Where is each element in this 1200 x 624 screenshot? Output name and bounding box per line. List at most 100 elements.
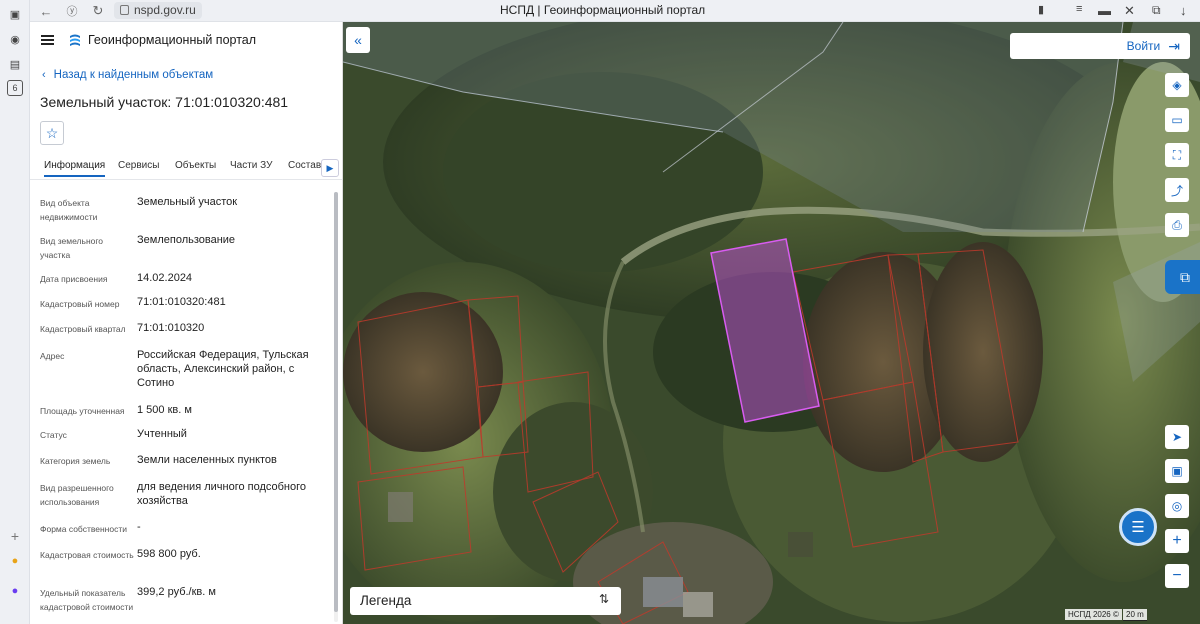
legend-label: Легенда (360, 593, 412, 608)
navigation-arrow-icon: ➤ (1171, 430, 1183, 444)
print-button[interactable]: ⎙ (1165, 213, 1189, 237)
side-panel-tab[interactable]: ⧉ (1165, 260, 1200, 294)
layers-button[interactable]: ◈ (1165, 73, 1189, 97)
select-area-icon: ⛶ (1172, 147, 1182, 162)
basemap-button[interactable]: ▣ (1165, 459, 1189, 483)
browser-side-panel: ▣ ◉ ▤ 6 + ● ● (0, 0, 30, 624)
property-value: - (137, 521, 141, 533)
alice-icon[interactable]: ● (7, 583, 23, 599)
basemap-icon: ▣ (1171, 464, 1183, 478)
tab-objects[interactable]: Объекты (175, 160, 216, 171)
extension-icon[interactable]: ✕ (1124, 3, 1135, 19)
lock-icon (120, 5, 129, 15)
property-label: Кадастровый квартал (40, 324, 126, 334)
address-bar[interactable]: nspd.gov.ru (114, 2, 202, 19)
caret-right-icon: ▶ (326, 162, 334, 173)
reload-icon[interactable]: ↻ (90, 3, 106, 19)
chevrons-left-icon: « (354, 32, 362, 48)
share-icon: ⤴ (1170, 183, 1183, 198)
chevron-left-icon: ‹ (42, 69, 46, 81)
assistant-icon[interactable]: ● (7, 553, 23, 569)
property-value: 399,2 руб./кв. м (137, 586, 216, 598)
back-arrow-icon[interactable]: ← (38, 3, 54, 19)
minus-icon[interactable]: ▬ (1098, 3, 1111, 18)
favorite-button[interactable]: ☆ (40, 121, 64, 145)
back-to-results-link[interactable]: ‹ Назад к найденным объектам (42, 69, 213, 81)
share-button[interactable]: ⤴ (1165, 178, 1189, 202)
tab-information[interactable]: Информация (44, 160, 106, 177)
tabs-scroll-button[interactable]: ▶ (321, 159, 339, 177)
map-scale: 20 m (1123, 609, 1147, 621)
tab-parts[interactable]: Части ЗУ (230, 160, 272, 171)
tabs-icon[interactable]: ▣ (7, 6, 23, 22)
property-value: Земельный участок (137, 196, 238, 208)
bookmark-icon[interactable]: ▮ (1038, 3, 1044, 16)
gallery-icon[interactable]: ▤ (7, 56, 23, 72)
tab-counter[interactable]: 6 (7, 80, 23, 96)
chat-icon: ☰ (1131, 519, 1145, 536)
zoom-in-button[interactable]: + (1165, 529, 1189, 553)
sidebar-header: Геоинформационный портал (30, 22, 342, 60)
printer-icon: ⎙ (1172, 217, 1182, 232)
minus-icon: − (1172, 567, 1182, 584)
geolocation-button[interactable]: ◎ (1165, 494, 1189, 518)
satellite-imagery (343, 22, 1200, 624)
property-label: Категория земель (40, 456, 111, 466)
property-value: 1 500 кв. м (137, 404, 192, 416)
locate-button[interactable]: ➤ (1165, 425, 1189, 449)
property-value: для ведения личного подсобного хозяйства (137, 481, 307, 507)
enter-icon: ⇥ (1168, 37, 1180, 54)
sidebar-scrollbar-thumb[interactable] (334, 192, 338, 612)
sort-arrows-icon: ⇅ (598, 592, 609, 606)
property-label: Кадастровый номер (40, 299, 120, 309)
ruler-icon: ▭ (1171, 113, 1183, 127)
property-label: Удельный показатель кадастровой стоимост… (40, 588, 134, 612)
object-sidebar: Геоинформационный портал ‹ Назад к найден… (30, 22, 343, 624)
portal-name: Геоинформационный портал (88, 33, 257, 47)
panel-icon: ⧉ (1180, 268, 1190, 285)
yandex-icon[interactable]: ⓨ (64, 3, 80, 19)
property-value: Землепользование (137, 234, 236, 246)
property-value: 71:01:010320:481 (137, 296, 226, 308)
collapse-sidebar-button[interactable]: « (346, 27, 370, 53)
property-value: Земли населенных пунктов (137, 454, 277, 466)
legend-dropdown[interactable]: Легенда ⇅ (350, 587, 621, 615)
plus-icon: + (1172, 532, 1182, 549)
tab-composition[interactable]: Состав (288, 160, 321, 171)
browser-toolbar: ← ⓨ ↻ nspd.gov.ru НСПД | Геоинформационн… (30, 0, 1200, 22)
property-value: 14.02.2024 (137, 272, 193, 284)
login-label: Войти (1126, 39, 1161, 53)
login-button[interactable]: Войти ⇥ (1010, 33, 1190, 59)
url-text: nspd.gov.ru (134, 3, 196, 17)
layers-icon: ◈ (1172, 78, 1182, 92)
back-link-label: Назад к найденным объектам (53, 69, 214, 81)
info-tabs: Информация Сервисы Объекты Части ЗУ Сост… (30, 154, 342, 180)
zoom-out-button[interactable]: − (1165, 564, 1189, 588)
add-icon[interactable]: + (7, 528, 23, 544)
play-icon[interactable]: ◉ (7, 31, 23, 47)
property-value: 598 800 руб. (137, 548, 201, 560)
menu-icon[interactable]: ≡ (1076, 3, 1082, 15)
property-label: Кадастровая стоимость (40, 550, 134, 560)
property-label: Статус (40, 430, 67, 440)
property-label: Вид земельного участка (40, 236, 104, 260)
property-label: Дата присвоения (40, 274, 108, 284)
puzzle-icon[interactable]: ⧉ (1152, 3, 1161, 18)
measure-button[interactable]: ▭ (1165, 108, 1189, 132)
tab-services[interactable]: Сервисы (118, 160, 159, 171)
select-area-button[interactable]: ⛶ (1165, 143, 1189, 167)
tabs-divider (30, 179, 342, 180)
object-title: Земельный участок: 71:01:010320:481 (40, 94, 289, 110)
star-icon: ☆ (45, 124, 59, 141)
map-copyright: НСПД 2026 © (1065, 609, 1122, 620)
property-value: Российская Федерация, Тульская область, … (137, 349, 309, 389)
property-label: Адрес (40, 351, 65, 361)
portal-logo-icon (70, 34, 80, 46)
property-value: Учтенный (137, 428, 187, 440)
map-view[interactable]: « Войти ⇥ ◈ ▭ ⛶ ⤴ ⎙ ⧉ ➤ ▣ ◎ + − ☰ Легенд… (343, 22, 1200, 624)
pin-icon: ◎ (1171, 499, 1183, 513)
burger-menu-icon[interactable] (41, 35, 54, 45)
download-icon[interactable]: ↓ (1180, 3, 1187, 18)
page-title: НСПД | Геоинформационный портал (500, 3, 706, 17)
chat-button[interactable]: ☰ (1119, 508, 1157, 546)
